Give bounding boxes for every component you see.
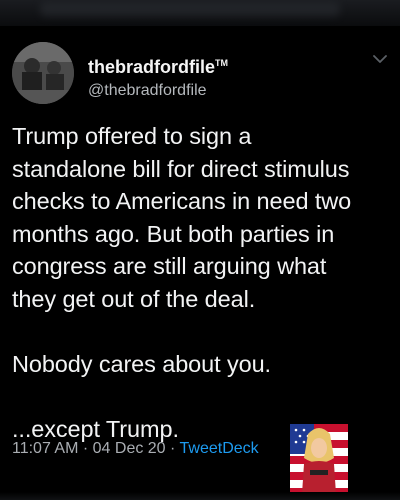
tweet-date[interactable]: 04 Dec 20 — [93, 440, 166, 457]
meta-separator: · — [165, 440, 180, 457]
display-name[interactable]: thebradfordfileTM — [88, 52, 228, 78]
chevron-down-icon[interactable] — [372, 54, 388, 64]
trademark-mark: TM — [215, 58, 229, 68]
bottom-edge — [0, 492, 400, 500]
top-status-strip — [0, 0, 400, 26]
status-blur — [40, 2, 340, 16]
patriotic-sticker — [290, 424, 348, 494]
tweet-text: Trump offered to sign a standalone bill … — [12, 123, 352, 442]
meta-separator: · — [78, 440, 93, 457]
tweet-source-link[interactable]: TweetDeck — [180, 440, 259, 457]
author-block[interactable]: thebradfordfileTM @thebradfordfile — [88, 52, 228, 102]
tweet-meta: 11:07 AM · 04 Dec 20 · TweetDeck — [12, 440, 259, 458]
avatar[interactable] — [12, 42, 74, 104]
user-handle[interactable]: @thebradfordfile — [88, 80, 228, 102]
tweet-time[interactable]: 11:07 AM — [12, 440, 78, 457]
tweet-header: thebradfordfileTM @thebradfordfile — [12, 42, 392, 106]
